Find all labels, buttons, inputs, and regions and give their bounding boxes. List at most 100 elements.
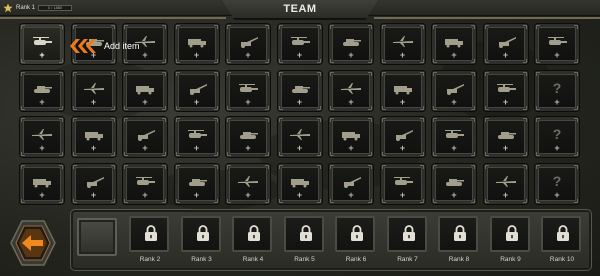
unknown-unit-mark: ? [552,126,562,142]
unit-slot[interactable]: + [432,70,476,111]
unit-slot[interactable]: + [174,117,219,157]
unit-slot[interactable]: + [226,70,270,111]
rank-slot[interactable]: Rank 2 [127,216,173,266]
artillery-group-icon [445,39,463,48]
stealth-bomber-icon [188,178,207,186]
plus-icon: + [502,189,509,200]
gunship-icon [289,129,310,140]
rank-slot[interactable]: Rank 5 [282,216,328,266]
slot-corner [265,71,269,76]
unit-slot[interactable]: + [123,70,167,111]
slot-corner [574,71,578,76]
unit-slot[interactable]: + [277,163,322,204]
slot-corner [484,25,489,29]
slot-corner [227,25,231,29]
unit-slot[interactable]: + [20,163,64,204]
unit-slot[interactable]: + [380,117,425,157]
unit-slot[interactable]: + [20,117,64,157]
plus-icon: + [502,50,509,60]
unit-slot[interactable]: + [329,70,373,111]
jet-squadron-icon [238,175,258,187]
rank-slot[interactable]: Rank 3 [179,216,225,266]
unit-slot[interactable]: + [483,117,528,157]
plus-icon: + [39,189,45,200]
slot-corner [21,164,25,169]
unit-slot[interactable]: ? + [535,163,579,204]
slot-corner [381,71,386,76]
unit-slot[interactable]: + [174,70,219,111]
unit-slot[interactable]: + [329,163,373,204]
plus-icon: + [193,189,200,200]
unit-slot[interactable]: + [174,24,219,64]
unit-slot[interactable]: + [432,117,476,157]
slot-corner [162,118,166,122]
plus-icon: + [348,143,354,153]
rank-slot[interactable]: Rank 7 [385,216,431,266]
rank-slot[interactable]: Rank 9 [488,216,534,266]
slot-corner [433,25,437,29]
rank-slot[interactable]: Rank 6 [333,216,379,266]
unit-slot[interactable]: + [483,70,528,111]
unit-slot[interactable]: + [226,24,270,64]
unit-slot[interactable]: + [380,163,425,204]
slot-corner [536,25,540,29]
unit-slot[interactable]: + [71,70,116,111]
unit-slot[interactable]: + [432,163,476,204]
rank-slot-box [438,216,478,252]
ballistic-missile-icon [446,178,464,186]
plus-icon: + [451,143,457,153]
padlock-icon [145,225,157,241]
plus-icon: + [90,143,97,153]
unit-slot[interactable]: ? + [535,70,579,111]
unit-slot[interactable]: + [432,24,476,64]
plus-icon: + [142,143,148,153]
unit-slot[interactable]: + [123,163,167,204]
unit-slot[interactable]: + [71,117,116,157]
unit-slot[interactable]: + [226,163,270,204]
slot-corner [124,71,128,76]
unit-slot[interactable]: + [123,117,167,157]
chinook-helicopter-icon [445,130,464,138]
mortar-icon [496,83,516,92]
unit-slot[interactable]: + [277,117,322,157]
slot-corner [419,164,424,169]
back-button[interactable] [8,218,58,268]
slot-corner [316,164,321,169]
slot-corner [72,164,77,169]
selected-unit-slot[interactable] [77,218,117,256]
unit-slot[interactable]: + [71,163,116,204]
heavy-tank-icon [138,130,155,141]
unit-slot[interactable]: + [174,163,219,204]
transport-helicopter-icon [395,130,413,141]
rank-slot[interactable]: Rank 10 [539,216,585,266]
unit-slot[interactable]: + [226,117,270,157]
slot-corner [72,118,77,122]
slot-corner [175,118,180,122]
unit-slot[interactable]: + [329,117,373,157]
rank-slot[interactable]: Rank 8 [436,216,482,266]
slot-corner [21,71,25,76]
apc-group-icon [343,39,361,46]
unit-slot[interactable]: ? + [535,117,579,157]
unit-slot[interactable]: + [20,70,64,111]
unit-slot[interactable]: + [483,163,528,204]
slot-corner [278,71,283,76]
slot-corner [110,164,115,169]
unit-slot[interactable]: + [483,24,528,64]
unit-slot[interactable]: + [329,24,373,64]
interceptor-icon [86,176,104,188]
unit-slot[interactable]: + [535,24,579,64]
unit-slot[interactable]: + [277,70,322,111]
plus-icon: + [554,143,560,153]
slot-corner [213,164,218,169]
unit-slot[interactable]: + [20,24,64,64]
unit-slot[interactable]: + [277,24,322,64]
slot-corner [72,71,77,76]
unit-slot[interactable]: + [380,24,425,64]
rank-slot[interactable]: Rank 4 [230,216,276,266]
plus-icon: + [90,189,97,200]
slot-corner [522,164,527,169]
slot-corner [278,25,283,29]
padlock-icon [248,225,260,241]
unit-slot[interactable]: + [380,70,425,111]
